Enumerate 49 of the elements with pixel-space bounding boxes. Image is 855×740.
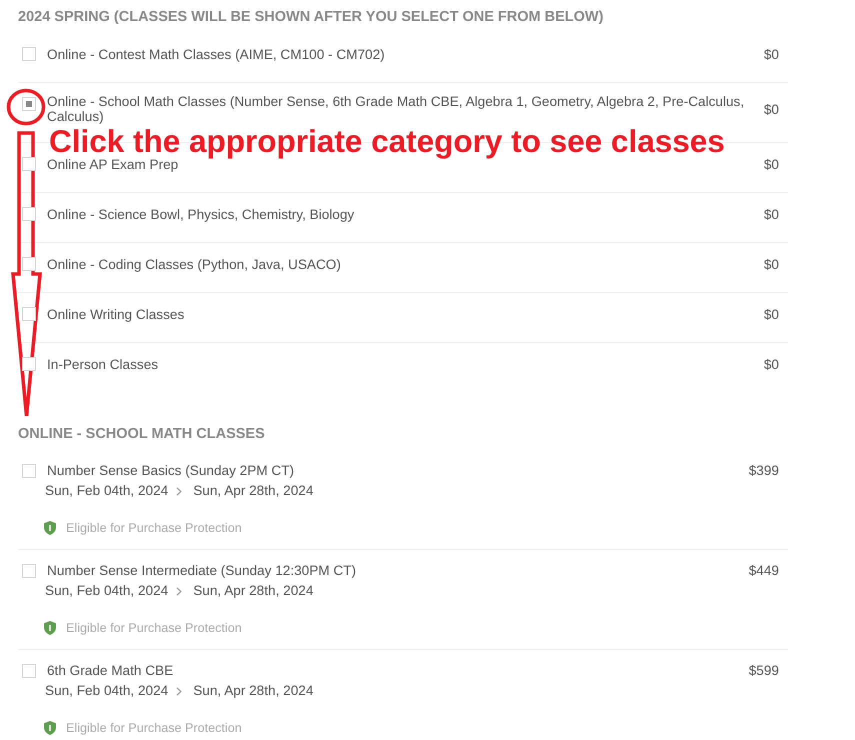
shield-icon: [44, 721, 56, 735]
highlight-circle: [6, 88, 46, 126]
section-heading: ONLINE - SCHOOL MATH CLASSES: [18, 425, 266, 444]
end-date: Sun, Apr 28th, 2024: [193, 482, 314, 500]
protection-text: Eligible for Purchase Protection: [66, 620, 242, 637]
chevron-icon: [176, 686, 182, 696]
price-text: $0: [764, 357, 779, 372]
section-heading: 2024 SPRING (CLASSES WILL BE SHOWN AFTER YOU SELECT ONE FROM BELOW): [18, 8, 604, 27]
price-text: $0: [764, 102, 779, 116]
shield-icon: [44, 621, 56, 635]
price-text: $399: [748, 462, 779, 480]
annotation-text: Click the appropriate category to see classes: [49, 125, 725, 157]
category-label: Online - School Math Classes (Number Sense, 6th Grade Math CBE, Algebra 1, Geometry, Algebra 2, Pre-Calculus, Calculus): [47, 94, 746, 124]
start-date: Sun, Feb 04th, 2024: [45, 582, 168, 600]
checkbox[interactable]: [22, 97, 36, 111]
price-text: $0: [764, 256, 779, 272]
class-title: Number Sense Intermediate (Sunday 12:30PM CT): [47, 562, 358, 580]
checkbox[interactable]: [22, 307, 36, 321]
price-text: $0: [764, 206, 779, 222]
checkbox[interactable]: [22, 47, 36, 61]
checkbox[interactable]: [22, 664, 36, 678]
checkbox[interactable]: [22, 464, 36, 478]
price-text: $0: [764, 306, 779, 322]
class-title: Number Sense Basics (Sunday 2PM CT): [47, 462, 296, 480]
price-text: $599: [748, 662, 779, 680]
start-date: Sun, Feb 04th, 2024: [45, 482, 168, 500]
checkbox[interactable]: [22, 207, 36, 221]
start-date: Sun, Feb 04th, 2024: [45, 682, 168, 700]
category-label: Online - Coding Classes (Python, Java, USACO): [47, 256, 342, 272]
protection-text: Eligible for Purchase Protection: [66, 520, 242, 537]
price-text: $0: [764, 46, 779, 62]
checkbox[interactable]: [22, 564, 36, 578]
chevron-icon: [176, 586, 182, 596]
checkbox[interactable]: [22, 257, 36, 271]
checkbox[interactable]: [22, 157, 36, 171]
category-label: Online - Science Bowl, Physics, Chemistry, Biology: [47, 206, 356, 222]
category-label: In-Person Classes: [47, 357, 160, 372]
end-date: Sun, Apr 28th, 2024: [193, 682, 314, 700]
category-label: Online Writing Classes: [47, 306, 186, 322]
price-text: $449: [748, 562, 779, 580]
protection-text: Eligible for Purchase Protection: [66, 720, 242, 737]
chevron-icon: [176, 486, 182, 496]
category-label: Online AP Exam Prep: [47, 156, 180, 172]
shield-icon: [44, 521, 56, 535]
class-title: 6th Grade Math CBE: [47, 662, 174, 680]
category-label: Online - Contest Math Classes (AIME, CM100 - CM702): [47, 46, 386, 62]
price-text: $0: [764, 156, 779, 172]
end-date: Sun, Apr 28th, 2024: [193, 582, 314, 600]
checkbox[interactable]: [22, 357, 36, 371]
